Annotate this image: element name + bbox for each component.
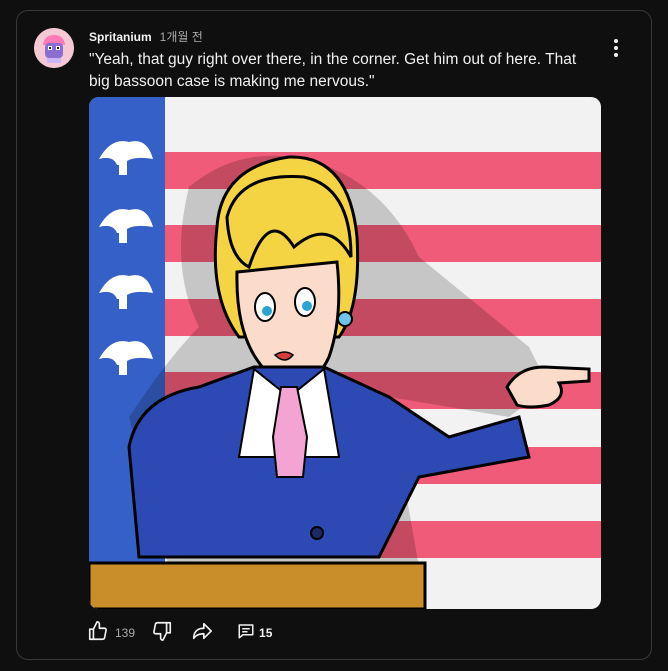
- share-icon: [191, 620, 213, 647]
- more-vert-icon[interactable]: [607, 37, 625, 59]
- cartoon-woman-at-podium-pointing: [89, 97, 601, 609]
- author-name[interactable]: Spritanium: [89, 30, 152, 44]
- post-card: Spritanium 1개월 전 "Yeah, that guy right o…: [16, 10, 652, 660]
- post-actions: 139 15: [87, 620, 272, 645]
- post-time[interactable]: 1개월 전: [160, 28, 203, 45]
- post-text: "Yeah, that guy right over there, in the…: [89, 51, 577, 90]
- like-button[interactable]: 139: [87, 620, 135, 647]
- comment-icon: [237, 622, 255, 645]
- author-row: Spritanium 1개월 전: [89, 28, 203, 45]
- comment-count: 15: [259, 626, 273, 640]
- thumbs-up-icon: [87, 620, 109, 647]
- share-button[interactable]: [191, 620, 213, 647]
- dislike-button[interactable]: [151, 620, 173, 647]
- post-image[interactable]: [89, 97, 601, 609]
- thumbs-down-icon: [151, 620, 173, 647]
- like-count: 139: [115, 626, 136, 640]
- avatar[interactable]: [34, 28, 74, 68]
- comment-button[interactable]: 15: [237, 622, 272, 645]
